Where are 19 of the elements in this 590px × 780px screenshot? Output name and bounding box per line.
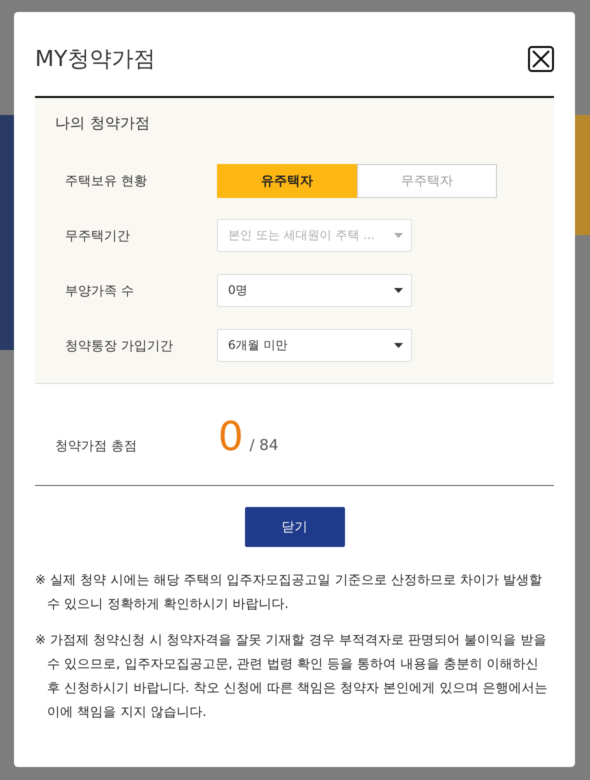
- caret-icon: [394, 233, 403, 238]
- close-icon[interactable]: [528, 46, 554, 72]
- field-label: 무주택기간: [64, 228, 131, 244]
- field-label: 부양가족 수: [64, 282, 136, 300]
- close-button[interactable]: 닫기: [244, 507, 344, 547]
- dropdown-field[interactable]: 6개월 미만: [217, 329, 412, 362]
- caret-icon: [394, 288, 403, 293]
- field-label: 주택보유 현황: [64, 172, 148, 190]
- notice-text: ※ 실제 청약 시에는 해당 주택의 입주자모집공고일 기준으로 산정하므로 차이가 발생할 수 있으니 정확하게 확인하시기 바랍니다.: [35, 572, 544, 614]
- dropdown-field[interactable]: 0명: [217, 274, 412, 307]
- section-heading: 나의 청약가점: [55, 114, 151, 133]
- score-max: / 84: [249, 436, 278, 454]
- score-value: 0: [218, 414, 244, 460]
- modal-title: MY청약가점: [35, 46, 156, 74]
- field-label: 청약통장 가입기간: [64, 338, 174, 354]
- total-label: 청약가점 총점: [55, 438, 138, 455]
- notice-text: ※ 가점제 청약신청 시 청약자격을 잘못 기재할 경우 부적격자로 판명되어 불이익을 받을 수 있으므로, 입주자모집공고문, 관련 법령 확인 등을 통하여 내용을 충분히 이해하신 후 신청하시기 바랍니다. 착오 신청에 따른 책임은 청약자 본인에게 있으며 은행에서는 이에 책임을 지지 않습니다.: [35, 632, 548, 722]
- caret-icon: [394, 343, 403, 348]
- toggle-option[interactable]: 유주택자: [217, 164, 357, 198]
